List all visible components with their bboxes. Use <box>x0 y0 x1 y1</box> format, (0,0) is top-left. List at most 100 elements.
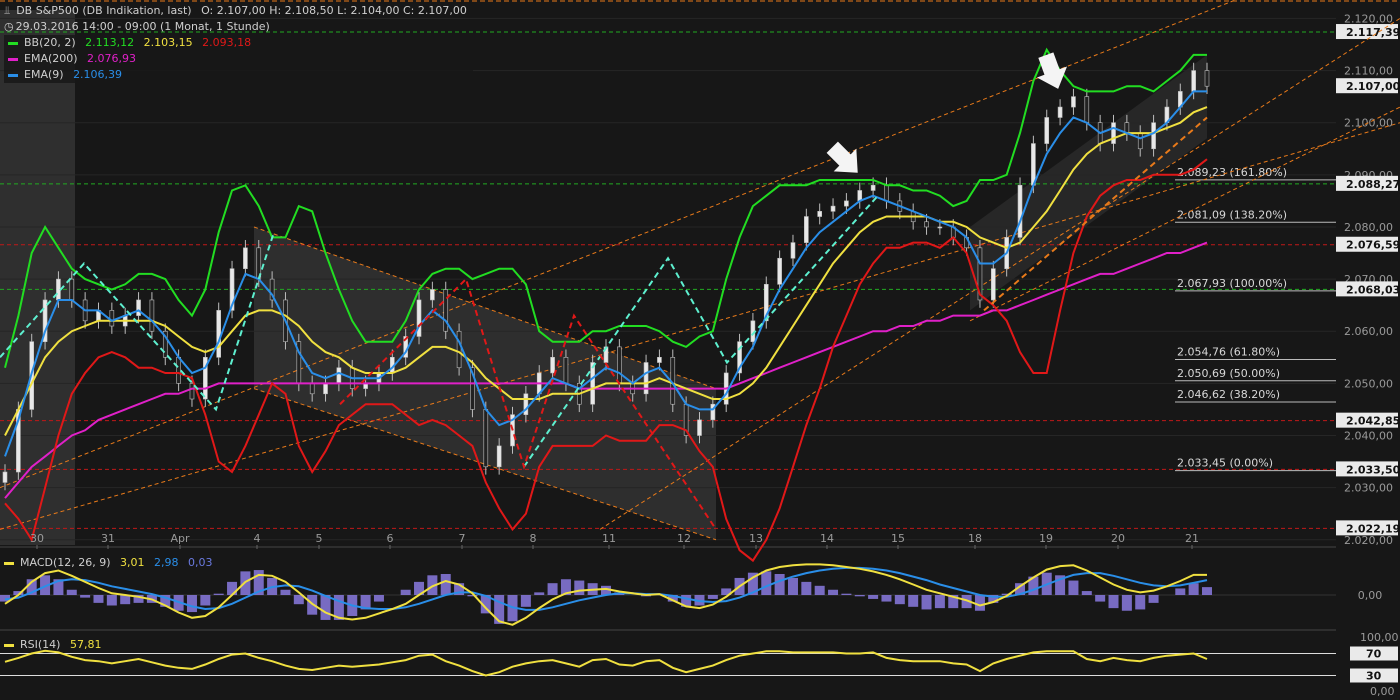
x-tick-label: 5 <box>316 532 323 545</box>
candle <box>323 383 328 395</box>
x-tick-label: 21 <box>1185 532 1199 545</box>
candle <box>590 362 595 405</box>
price-tag-label: 2.107,00 <box>1346 80 1400 93</box>
macd-histogram-bar <box>868 595 879 599</box>
x-tick-label: Apr <box>170 532 190 545</box>
candle <box>991 268 996 301</box>
macd-histogram-bar <box>106 595 117 606</box>
ema9-value: 2.106,39 <box>73 68 123 81</box>
fib-label: 2.050,69 (50.00%) <box>1177 367 1280 380</box>
candle <box>924 221 929 228</box>
candle <box>550 357 555 374</box>
y-tick-label: 2.060,00 <box>1344 325 1393 338</box>
macd-histogram-bar <box>1095 595 1106 602</box>
macd-histogram-bar <box>1081 591 1092 595</box>
ema200-label: EMA(200) <box>24 52 78 65</box>
chart-canvas: 2.120,002.110,002.100,002.090,002.080,00… <box>0 0 1400 698</box>
macd-histogram-bar <box>534 592 545 595</box>
chart-title: DB S&P500 (DB Indikation, last) <box>16 4 192 17</box>
candle <box>844 200 849 207</box>
signal-arrow-icon <box>826 141 858 173</box>
candle <box>456 330 462 369</box>
x-tick-label: 7 <box>459 532 466 545</box>
macd-swatch <box>4 561 14 565</box>
candle <box>830 205 836 212</box>
legend-bb[interactable]: BB(20, 2) 2.113,12 2.103,15 2.093,18 <box>4 35 473 51</box>
macd-histogram-bar <box>440 574 451 595</box>
macd-histogram-bar <box>908 595 919 607</box>
legend-macd[interactable]: MACD(12, 26, 9) 3,01 2,98 0,03 <box>4 555 219 571</box>
x-tick-label: 15 <box>891 532 905 545</box>
price-tag-label: 2.042,85 <box>1346 415 1400 428</box>
macd-histogram-bar <box>574 580 585 595</box>
candle <box>1191 70 1196 92</box>
macd-histogram-bar <box>400 589 411 595</box>
rsi-value: 57,81 <box>69 638 102 651</box>
candle <box>216 310 221 358</box>
macd-histogram-bar <box>1175 588 1186 595</box>
macd-histogram-bar <box>373 595 384 602</box>
y-tick-label: 2.120,00 <box>1344 12 1393 25</box>
price-tag-label: 2.117,39 <box>1346 26 1400 39</box>
macd-histogram-bar <box>894 595 905 605</box>
macd-value: 3,01 <box>120 556 145 569</box>
legend-rsi[interactable]: RSI(14) 57,81 <box>4 637 107 653</box>
candle <box>443 289 449 332</box>
x-tick-label: 19 <box>1039 532 1053 545</box>
macd-signal-value: 2,98 <box>154 556 179 569</box>
macd-histogram-bar <box>520 595 531 607</box>
rsi-swatch <box>4 643 14 647</box>
rsi-label: RSI(14) <box>20 638 61 651</box>
macd-histogram-bar <box>707 595 718 599</box>
candle <box>136 299 141 316</box>
candle <box>430 289 435 301</box>
x-tick-label: 12 <box>677 532 691 545</box>
rsi-level-label: 70 <box>1366 648 1382 661</box>
header-line-1: ⫫ DB S&P500 (DB Indikation, last) O: 2.10… <box>4 3 473 19</box>
fib-label: 2.089,23 (161.80%) <box>1177 166 1287 179</box>
x-tick-label: 20 <box>1111 532 1125 545</box>
candle <box>1044 117 1050 144</box>
x-tick-label: 11 <box>602 532 616 545</box>
y-tick-label: 2.050,00 <box>1344 377 1393 390</box>
macd-histogram-bar <box>186 595 197 613</box>
price-tag-label: 2.076,59 <box>1346 239 1400 252</box>
rising-channel <box>970 54 1207 311</box>
macd-histogram-bar <box>1068 580 1079 595</box>
macd-histogram-bar <box>814 585 825 595</box>
candle <box>563 357 569 384</box>
arrow-shape <box>826 141 858 173</box>
bb-mid-value: 2.103,15 <box>143 36 193 49</box>
candle <box>1031 143 1036 186</box>
rsi-y-tick: 100,00 <box>1360 631 1399 644</box>
y-tick-label: 2.080,00 <box>1344 221 1393 234</box>
candle <box>416 299 422 337</box>
fib-label: 2.081,09 (138.20%) <box>1177 208 1287 221</box>
y-tick-label: 2.040,00 <box>1344 430 1393 443</box>
macd-histogram-bar <box>774 574 785 595</box>
price-tag-label: 2.068,03 <box>1346 283 1400 296</box>
ema200-swatch <box>8 57 18 61</box>
macd-histogram-bar <box>881 595 892 602</box>
candle <box>483 409 489 468</box>
candle <box>109 310 115 327</box>
legend-ema200[interactable]: EMA(200) 2.076,93 <box>4 51 473 67</box>
candle <box>1071 96 1076 108</box>
candle <box>657 357 662 363</box>
macd-histogram-bar <box>1121 595 1132 611</box>
macd-histogram-bar <box>761 571 772 595</box>
candle <box>1017 184 1023 238</box>
candle <box>1204 70 1210 87</box>
clock-icon: ◷ <box>4 20 14 33</box>
legend-ema9[interactable]: EMA(9) 2.106,39 <box>4 67 473 83</box>
macd-histogram-bar <box>547 583 558 595</box>
candle <box>870 184 876 191</box>
macd-histogram-bar <box>280 589 291 595</box>
macd-histogram-bar <box>854 595 865 597</box>
price-tag-label: 2.022,19 <box>1346 522 1400 535</box>
macd-histogram-bar <box>1108 595 1119 609</box>
macd-histogram-bar <box>921 595 932 610</box>
macd-histogram-bar <box>320 595 331 620</box>
macd-histogram-bar <box>1148 595 1159 603</box>
macd-histogram-bar <box>828 589 839 595</box>
